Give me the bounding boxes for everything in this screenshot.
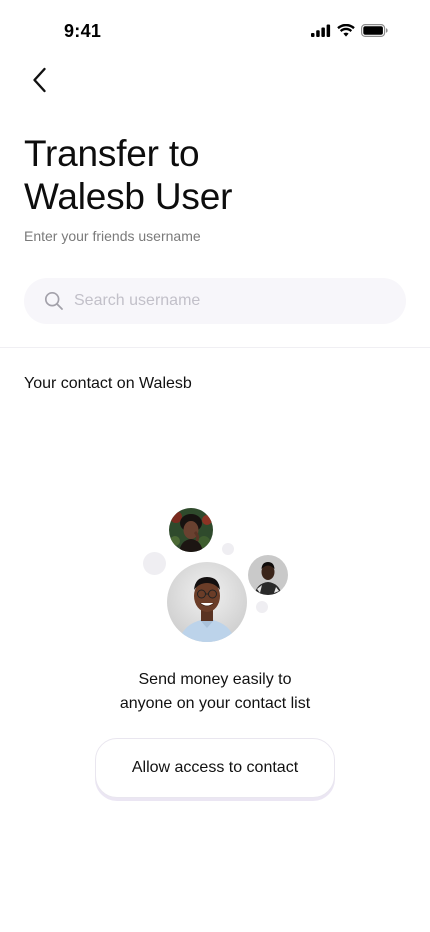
page-title-line-2: Walesb User [24,176,233,217]
decorative-bubble [143,552,166,575]
decorative-bubble [222,543,234,555]
battery-icon [361,24,388,37]
status-time: 9:41 [64,21,102,41]
transfer-screen: 9:41 Transfer to Walesb User Enter your … [0,0,430,932]
contacts-illustration [0,500,430,650]
divider [0,347,430,348]
allow-contact-access-button[interactable]: Allow access to contact [95,738,335,798]
page-subtitle: Enter your friends username [24,228,201,244]
cellular-signal-icon [311,24,331,37]
chevron-left-icon [32,67,48,98]
contact-avatar [248,555,288,595]
contacts-section-label: Your contact on Walesb [24,375,192,392]
contact-avatar [167,562,247,642]
empty-message-line-1: Send money easily to [138,671,292,688]
page-title-line-1: Transfer to [24,133,200,174]
status-icons [311,24,388,37]
wifi-icon [337,24,355,37]
decorative-bubble [256,601,268,613]
contacts-empty-message: Send money easily to anyone on your cont… [0,668,430,716]
search-input[interactable] [72,285,376,317]
page-title: Transfer to Walesb User [24,132,404,218]
search-icon [44,291,64,311]
empty-message-line-2: anyone on your contact list [119,695,311,712]
status-bar: 9:41 [0,0,430,64]
back-button[interactable] [22,62,58,102]
contact-avatar [169,508,213,552]
search-box[interactable] [24,278,406,324]
